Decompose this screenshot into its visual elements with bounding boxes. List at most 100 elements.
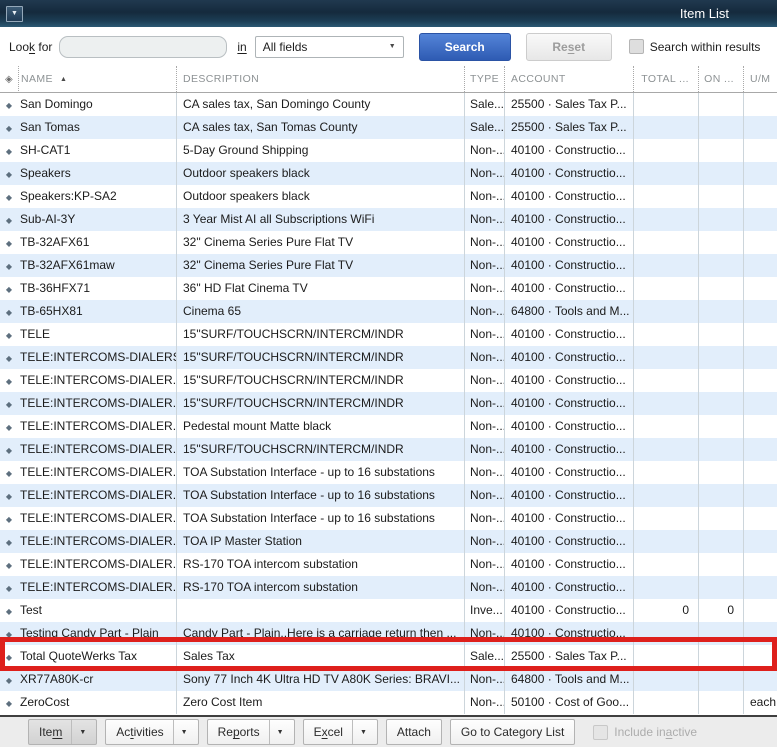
chevron-down-icon[interactable]: ▼ bbox=[270, 729, 284, 736]
cell-total bbox=[633, 645, 698, 668]
cell-total bbox=[633, 507, 698, 530]
cell-type: Sale... bbox=[464, 116, 504, 139]
table-row[interactable]: ◆ SH-CAT1 5-Day Ground Shipping Non-... … bbox=[0, 139, 777, 162]
table-row[interactable]: ◆ Sub-AI-3Y 3 Year Mist AI all Subscript… bbox=[0, 208, 777, 231]
window-menu-icon[interactable]: ▼ bbox=[6, 6, 23, 22]
table-row[interactable]: ◆ TB-32AFX61maw 32" Cinema Series Pure F… bbox=[0, 254, 777, 277]
include-inactive-checkbox[interactable] bbox=[593, 725, 608, 740]
table-row[interactable]: ◆ Speakers Outdoor speakers black Non-..… bbox=[0, 162, 777, 185]
cell-account: 40100 · Constructio... bbox=[504, 530, 633, 553]
table-row[interactable]: ◆ TELE:INTERCOMS-DIALER... TOA Substatio… bbox=[0, 461, 777, 484]
cell-description: Outdoor speakers black bbox=[176, 185, 464, 208]
search-within-results-checkbox[interactable] bbox=[629, 39, 644, 54]
table-row[interactable]: ◆ TELE:INTERCOMS-DIALER... RS-170 TOA in… bbox=[0, 576, 777, 599]
table-row[interactable]: ◆ Speakers:KP-SA2 Outdoor speakers black… bbox=[0, 185, 777, 208]
cell-name: Speakers:KP-SA2 bbox=[18, 185, 176, 208]
cell-type: Non-... bbox=[464, 346, 504, 369]
table-row[interactable]: ◆ TELE:INTERCOMS-DIALER... 15"SURF/TOUCH… bbox=[0, 369, 777, 392]
cell-on bbox=[698, 254, 743, 277]
cell-account: 40100 · Constructio... bbox=[504, 185, 633, 208]
column-header-um[interactable]: U/M bbox=[743, 66, 777, 92]
diamond-header-icon[interactable]: ◈ bbox=[0, 66, 18, 93]
reports-menu-button[interactable]: Reports ▼ bbox=[207, 719, 295, 745]
table-row[interactable]: ◆ XR77A80K-cr Sony 77 Inch 4K Ultra HD T… bbox=[0, 668, 777, 691]
diamond-icon: ◆ bbox=[6, 285, 12, 294]
table-row[interactable]: ◆ ZeroCost Zero Cost Item Non-... 50100 … bbox=[0, 691, 777, 714]
cell-total bbox=[633, 484, 698, 507]
excel-menu-button[interactable]: Excel ▼ bbox=[303, 719, 378, 745]
cell-on bbox=[698, 277, 743, 300]
cell-on bbox=[698, 645, 743, 668]
cell-um bbox=[743, 162, 777, 185]
table-row[interactable]: ◆ TELE:INTERCOMS-DIALER... Pedestal moun… bbox=[0, 415, 777, 438]
diamond-icon: ◆ bbox=[6, 216, 12, 225]
item-menu-button[interactable]: Item ▼ bbox=[28, 719, 97, 745]
cell-um bbox=[743, 622, 777, 645]
table-row[interactable]: ◆ TB-32AFX61 32" Cinema Series Pure Flat… bbox=[0, 231, 777, 254]
cell-on bbox=[698, 576, 743, 599]
table-row[interactable]: ◆ TELE:INTERCOMS-DIALER... TOA IP Master… bbox=[0, 530, 777, 553]
go-to-category-list-button[interactable]: Go to Category List bbox=[450, 719, 575, 745]
cell-name: TB-32AFX61maw bbox=[18, 254, 176, 277]
cell-total bbox=[633, 116, 698, 139]
cell-um: each bbox=[743, 691, 777, 714]
cell-name: Testing Candy Part - Plain bbox=[18, 622, 176, 645]
diamond-icon: ◆ bbox=[6, 193, 12, 202]
table-row[interactable]: ◆ TELE:INTERCOMS-DIALER... 15"SURF/TOUCH… bbox=[0, 392, 777, 415]
cell-on bbox=[698, 300, 743, 323]
cell-description: 15"SURF/TOUCHSCRN/INTERCM/INDR bbox=[176, 346, 464, 369]
cell-description: CA sales tax, San Tomas County bbox=[176, 116, 464, 139]
cell-type: Non-... bbox=[464, 553, 504, 576]
diamond-icon: ◆ bbox=[6, 699, 12, 708]
column-header-type[interactable]: TYPE bbox=[464, 66, 504, 92]
cell-description: 32" Cinema Series Pure Flat TV bbox=[176, 254, 464, 277]
table-row[interactable]: ◆ Test Inve... 40100 · Constructio... 0 … bbox=[0, 599, 777, 622]
table-row[interactable]: ◆ TELE:INTERCOMS-DIALERS 15"SURF/TOUCHSC… bbox=[0, 346, 777, 369]
diamond-icon: ◆ bbox=[6, 354, 12, 363]
search-button[interactable]: Search bbox=[419, 33, 511, 61]
table-row[interactable]: ◆ San Tomas CA sales tax, San Tomas Coun… bbox=[0, 116, 777, 139]
diamond-icon: ◆ bbox=[6, 331, 12, 340]
cell-on bbox=[698, 484, 743, 507]
cell-account: 40100 · Constructio... bbox=[504, 162, 633, 185]
column-header-name[interactable]: NAME▲ bbox=[18, 66, 176, 93]
cell-description: Zero Cost Item bbox=[176, 691, 464, 714]
chevron-down-icon[interactable]: ▼ bbox=[174, 729, 188, 736]
search-input[interactable] bbox=[59, 36, 227, 58]
table-row[interactable]: ◆ TELE 15"SURF/TOUCHSCRN/INTERCM/INDR No… bbox=[0, 323, 777, 346]
table-row[interactable]: ◆ TB-36HFX71 36" HD Flat Cinema TV Non-.… bbox=[0, 277, 777, 300]
table-row[interactable]: ◆ San Domingo CA sales tax, San Domingo … bbox=[0, 93, 777, 116]
chevron-down-icon[interactable]: ▼ bbox=[72, 729, 86, 736]
diamond-icon: ◆ bbox=[6, 607, 12, 616]
column-header-description[interactable]: DESCRIPTION bbox=[176, 66, 464, 92]
cell-total bbox=[633, 553, 698, 576]
chevron-down-icon[interactable]: ▼ bbox=[353, 729, 367, 736]
cell-account: 64800 · Tools and M... bbox=[504, 300, 633, 323]
cell-on bbox=[698, 323, 743, 346]
activities-menu-button[interactable]: Activities ▼ bbox=[105, 719, 198, 745]
table-row[interactable]: ◆ TELE:INTERCOMS-DIALER... TOA Substatio… bbox=[0, 507, 777, 530]
diamond-icon: ◆ bbox=[6, 653, 12, 662]
table-row[interactable]: ◆ TELE:INTERCOMS-DIALER... RS-170 TOA in… bbox=[0, 553, 777, 576]
cell-um bbox=[743, 599, 777, 622]
table-row[interactable]: ◆ TELE:INTERCOMS-DIALER... 15"SURF/TOUCH… bbox=[0, 438, 777, 461]
cell-on bbox=[698, 208, 743, 231]
column-header-on[interactable]: ON ... bbox=[698, 66, 743, 92]
field-dropdown[interactable]: All fields ▼ bbox=[255, 36, 404, 58]
table-row[interactable]: ◆ Total QuoteWerks Tax Sales Tax Sale...… bbox=[0, 645, 777, 668]
column-header-total[interactable]: TOTAL ... bbox=[633, 66, 698, 92]
table-row[interactable]: ◆ Testing Candy Part - Plain Candy Part … bbox=[0, 622, 777, 645]
cell-um bbox=[743, 576, 777, 599]
cell-um bbox=[743, 277, 777, 300]
diamond-icon: ◆ bbox=[6, 170, 12, 179]
cell-type: Non-... bbox=[464, 369, 504, 392]
cell-account: 40100 · Constructio... bbox=[504, 369, 633, 392]
table-row[interactable]: ◆ TELE:INTERCOMS-DIALER... TOA Substatio… bbox=[0, 484, 777, 507]
cell-type: Non-... bbox=[464, 438, 504, 461]
cell-on bbox=[698, 461, 743, 484]
attach-button[interactable]: Attach bbox=[386, 719, 442, 745]
reset-button[interactable]: Reset bbox=[526, 33, 612, 61]
column-header-account[interactable]: ACCOUNT bbox=[504, 66, 633, 92]
cell-description: Outdoor speakers black bbox=[176, 162, 464, 185]
table-row[interactable]: ◆ TB-65HX81 Cinema 65 Non-... 64800 · To… bbox=[0, 300, 777, 323]
